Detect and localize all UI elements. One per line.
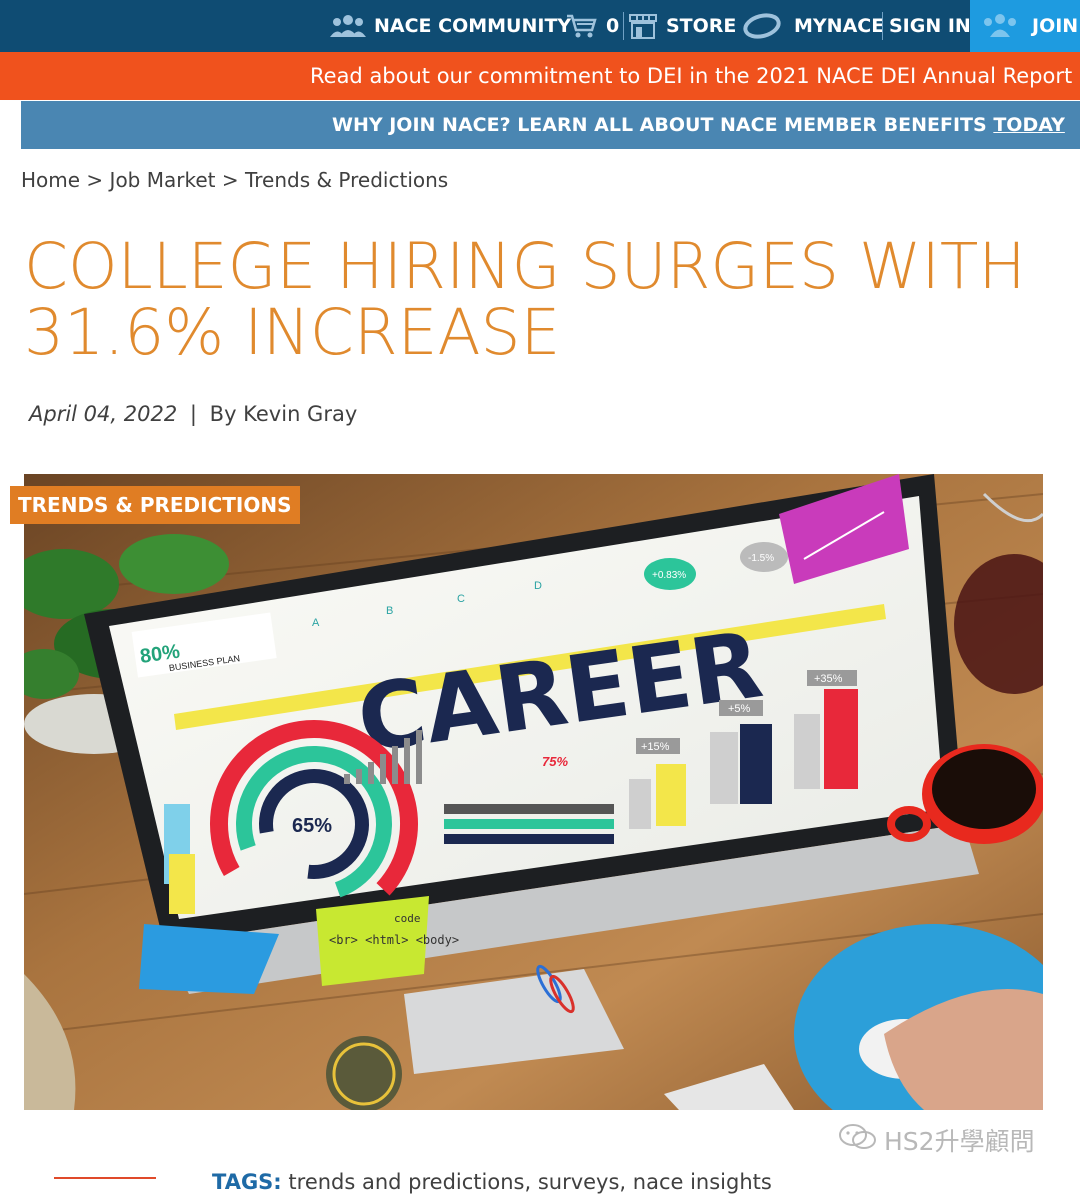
article-byline: April 04, 2022 | By Kevin Gray	[29, 402, 357, 426]
community-label: NACE COMMUNITY	[374, 15, 572, 37]
page-title: COLLEGE HIRING SURGES WITH 31.6% INCREAS…	[24, 234, 1064, 366]
join-people-icon	[978, 12, 1022, 38]
note-code: code	[394, 912, 421, 925]
dei-report-link[interactable]: Read about our commitment to DEI in the …	[310, 52, 1072, 100]
hero-image: 80% BUSINESS PLAN A B C D CAREER 65% 75%…	[24, 474, 1043, 1110]
join-button[interactable]: JOIN	[970, 0, 1080, 52]
breadcrumb-separator: >	[221, 168, 239, 192]
wechat-icon	[838, 1122, 878, 1158]
benefits-text: WHY JOIN NACE? LEARN ALL ABOUT NACE MEMB…	[332, 114, 987, 136]
nav-divider	[882, 12, 883, 40]
benefits-today-link[interactable]: TODAY	[993, 114, 1065, 136]
breadcrumb-home[interactable]: Home	[21, 168, 80, 192]
title-line-1: COLLEGE HIRING SURGES WITH	[24, 230, 1026, 303]
cart-link[interactable]: 0	[566, 0, 619, 52]
article-date: April 04, 2022	[29, 402, 178, 426]
tags-values[interactable]: trends and predictions, surveys, nace in…	[288, 1170, 771, 1194]
donut-pct: 65%	[292, 815, 332, 837]
cart-icon	[566, 13, 598, 39]
bar-label: +5%	[728, 703, 751, 715]
article-tags: TAGS: trends and predictions, surveys, n…	[212, 1170, 772, 1194]
nace-community-link[interactable]: NACE COMMUNITY	[330, 0, 571, 52]
watermark: HS2升學顧問	[838, 1122, 1035, 1158]
bubble-label: -1.5%	[748, 553, 774, 564]
bubble-label: +0.83%	[652, 570, 686, 581]
note-text: <br> <html> <body>	[329, 933, 459, 947]
people-icon	[330, 13, 366, 39]
store-label: STORE	[666, 15, 737, 37]
store-link[interactable]: STORE	[628, 0, 736, 52]
breadcrumb: Home > Job Market > Trends & Predictions	[21, 168, 448, 192]
bar-label: +35%	[814, 673, 843, 685]
store-icon	[628, 12, 658, 40]
section-rule	[54, 1177, 156, 1179]
signin-label: SIGN IN	[889, 15, 971, 37]
dei-banner: Read about our commitment to DEI in the …	[0, 52, 1080, 100]
nav-divider	[623, 12, 624, 40]
mynace-link[interactable]: MYNACE	[742, 0, 884, 52]
breadcrumb-job-market[interactable]: Job Market	[110, 168, 216, 192]
cart-count: 0	[606, 15, 620, 37]
byline-divider: |	[189, 402, 197, 426]
breadcrumb-separator: >	[86, 168, 104, 192]
abcd-label: B	[386, 605, 393, 617]
title-line-2: 31.6% INCREASE	[24, 296, 561, 369]
watermark-text: HS2升學顧問	[884, 1127, 1035, 1156]
sign-in-link[interactable]: SIGN IN	[889, 0, 971, 52]
abcd-label: A	[312, 617, 320, 629]
abcd-label: C	[457, 593, 465, 605]
mynace-logo-icon	[742, 13, 782, 39]
article-author: By Kevin Gray	[209, 402, 358, 426]
abcd-label: D	[534, 580, 542, 592]
bar-label: +15%	[641, 741, 670, 753]
breadcrumb-trends[interactable]: Trends & Predictions	[245, 168, 448, 192]
tags-label: TAGS:	[212, 1170, 282, 1194]
member-benefits-banner: WHY JOIN NACE? LEARN ALL ABOUT NACE MEMB…	[21, 101, 1080, 149]
join-label: JOIN	[1032, 15, 1079, 37]
category-badge[interactable]: TRENDS & PREDICTIONS	[10, 486, 300, 524]
mynace-label: MYNACE	[794, 15, 885, 37]
top-nav-bar: NACE COMMUNITY 0 STORE MYNACE SIGN IN JO…	[0, 0, 1080, 52]
people-pct: 75%	[542, 754, 568, 769]
